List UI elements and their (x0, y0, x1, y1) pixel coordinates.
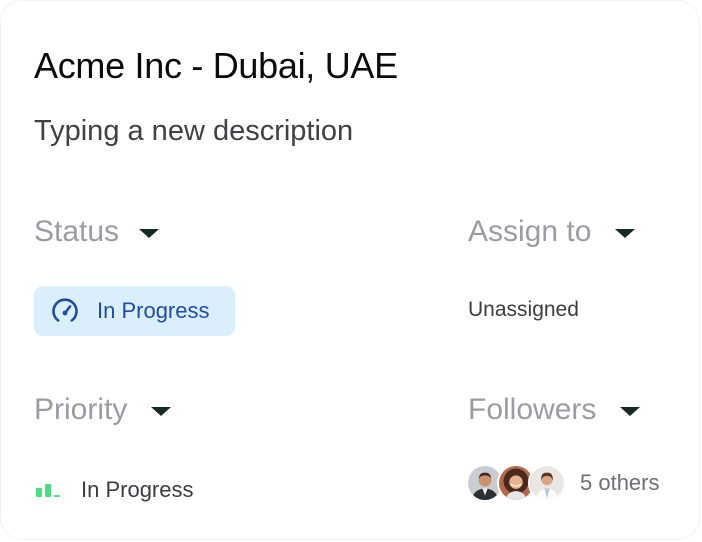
card-description[interactable]: Typing a new description (34, 115, 353, 148)
gauge-icon (52, 298, 78, 322)
status-dropdown[interactable]: Status (34, 215, 160, 249)
status-value: In Progress (97, 298, 210, 323)
chevron-down-icon[interactable] (620, 406, 641, 416)
priority-value[interactable]: In Progress (34, 477, 194, 503)
chevron-down-icon[interactable] (139, 228, 160, 238)
avatar-woman-white-coat[interactable] (528, 464, 566, 502)
followers-list[interactable]: 5 others (466, 464, 660, 502)
assign-label: Assign to (468, 215, 592, 248)
chevron-down-icon[interactable] (615, 228, 636, 238)
followers-label: Followers (468, 393, 597, 426)
priority-value-text: In Progress (81, 477, 194, 502)
followers-others-count[interactable]: 5 others (580, 470, 660, 496)
priority-dropdown[interactable]: Priority (34, 393, 172, 427)
assign-dropdown[interactable]: Assign to (468, 215, 636, 249)
followers-dropdown[interactable]: Followers (468, 393, 641, 427)
status-badge[interactable]: In Progress (34, 286, 235, 336)
card-title[interactable]: Acme Inc - Dubai, UAE (34, 45, 398, 87)
priority-label: Priority (34, 393, 128, 426)
status-label: Status (34, 215, 120, 248)
task-card: Acme Inc - Dubai, UAE Typing a new descr… (0, 0, 700, 540)
chevron-down-icon[interactable] (151, 406, 172, 416)
assignee-value[interactable]: Unassigned (468, 298, 579, 322)
priority-bars-icon (36, 484, 60, 497)
